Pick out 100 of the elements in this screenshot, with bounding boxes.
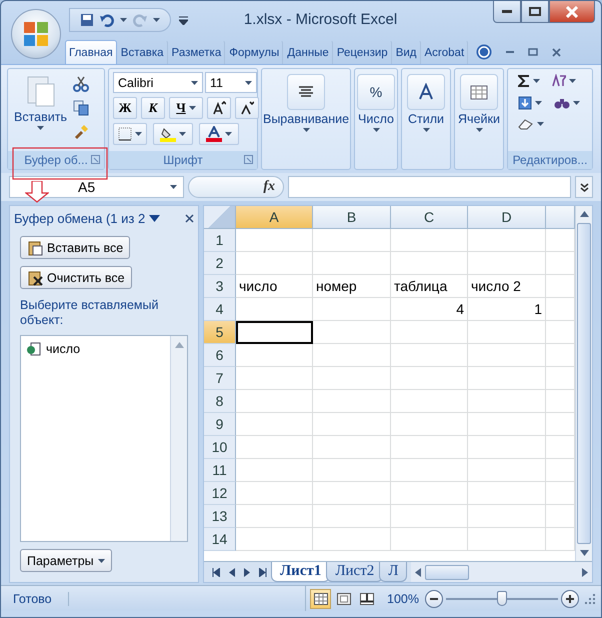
last-sheet-icon[interactable]: [259, 568, 267, 576]
minimize-icon: [502, 10, 512, 13]
italic-button[interactable]: К: [141, 97, 165, 119]
name-box[interactable]: A5: [9, 176, 184, 198]
scrollbar-thumb[interactable]: [577, 223, 591, 544]
row-header[interactable]: 10: [204, 436, 236, 459]
insert-function-button[interactable]: fx: [188, 176, 284, 198]
save-icon[interactable]: [80, 12, 94, 26]
column-header[interactable]: C: [391, 206, 468, 229]
close-button[interactable]: [549, 1, 595, 23]
paste-icon: [26, 74, 56, 108]
percent-sign: %: [370, 84, 382, 100]
row-header[interactable]: 7: [204, 367, 236, 390]
column-header[interactable]: D: [468, 206, 546, 229]
row-header[interactable]: 11: [204, 459, 236, 482]
table-cell: 1: [468, 298, 546, 321]
caret-icon: [372, 128, 380, 132]
styles-icon: [417, 83, 435, 101]
scrollbar-thumb[interactable]: [425, 564, 470, 580]
table-cell: число: [236, 275, 313, 298]
copy-icon[interactable]: [73, 100, 89, 116]
fill-color-button[interactable]: [153, 123, 193, 145]
binoculars-icon[interactable]: [554, 96, 570, 110]
cells-icon: [470, 83, 488, 101]
eraser-icon[interactable]: [518, 118, 534, 130]
slider-thumb[interactable]: [497, 590, 507, 606]
restore-icon[interactable]: [528, 48, 538, 56]
row-header[interactable]: 4: [204, 298, 236, 321]
expand-button[interactable]: [575, 176, 593, 198]
pane-button[interactable]: Очистить все: [20, 266, 132, 289]
cut-icon[interactable]: [73, 76, 89, 92]
minimize-icon[interactable]: [506, 51, 514, 53]
pane-button[interactable]: Вставить все: [20, 236, 130, 259]
dropdown-icon[interactable]: [149, 214, 160, 222]
previous-sheet-icon[interactable]: [229, 568, 235, 576]
column-header[interactable]: A: [236, 206, 313, 229]
fill-down-icon[interactable]: [518, 96, 532, 110]
scroll-left-icon[interactable]: [415, 568, 422, 576]
clear-clipboard-icon: [27, 270, 43, 286]
bold-button[interactable]: Ж: [113, 97, 137, 119]
scroll-right-icon[interactable]: [582, 568, 588, 576]
row-header[interactable]: 6: [204, 344, 236, 367]
normal-view-icon: [314, 592, 328, 604]
sheet-tab[interactable]: Лист1: [271, 562, 330, 582]
clipboard-item[interactable]: число: [27, 342, 80, 356]
underline-button[interactable]: Ч: [169, 97, 203, 119]
row-header[interactable]: 2: [204, 252, 236, 275]
autosum-icon[interactable]: [518, 75, 530, 87]
customize-icon[interactable]: [179, 14, 188, 24]
scroll-down-icon[interactable]: [580, 550, 588, 556]
font-color-button[interactable]: [199, 123, 239, 145]
table-cell: 4: [391, 298, 468, 321]
first-sheet-icon[interactable]: [212, 568, 220, 576]
office-button[interactable]: [11, 9, 61, 59]
row-header[interactable]: 1: [204, 229, 236, 252]
undo-icon[interactable]: [100, 12, 114, 26]
sort-filter-icon[interactable]: [552, 74, 566, 88]
maximize-button[interactable]: [521, 1, 549, 23]
paste-button[interactable]: Вставить: [12, 72, 69, 148]
column-header[interactable]: B: [313, 206, 391, 229]
zoom-out-button[interactable]: [425, 590, 443, 608]
zoom-in-button[interactable]: [561, 590, 579, 608]
row-header[interactable]: 12: [204, 482, 236, 505]
caret-icon: [569, 79, 576, 83]
row-header[interactable]: 8: [204, 390, 236, 413]
row-header[interactable]: 5: [204, 321, 236, 344]
grow-font-button[interactable]: [207, 97, 231, 119]
sheet-tab[interactable]: Л: [379, 562, 408, 582]
format-painter-icon[interactable]: [73, 124, 89, 140]
row-header[interactable]: 9: [204, 413, 236, 436]
clipboard-icon: [27, 240, 43, 256]
annotation-arrow: [25, 181, 49, 203]
scroll-up-icon[interactable]: [580, 211, 588, 217]
help-icon[interactable]: [476, 44, 492, 60]
row-header[interactable]: 13: [204, 505, 236, 528]
font-name-field[interactable]: Calibri: [113, 72, 203, 93]
resize-grip-icon[interactable]: [585, 594, 595, 604]
minimize-button[interactable]: [493, 1, 521, 23]
row-header[interactable]: 14: [204, 528, 236, 551]
caret-icon: [191, 80, 198, 84]
options-button[interactable]: Параметры: [20, 549, 112, 572]
paste-label: Вставить: [14, 110, 67, 124]
plus-icon: [566, 594, 574, 602]
sheet-tab[interactable]: Лист2: [326, 562, 384, 582]
close-icon[interactable]: [552, 48, 562, 56]
row-header[interactable]: 3: [204, 275, 236, 298]
caret-icon: [535, 101, 542, 105]
shrink-font-button[interactable]: [235, 97, 259, 119]
borders-button[interactable]: [113, 123, 147, 145]
group-label: Редактиров...: [508, 151, 592, 169]
close-icon[interactable]: [185, 214, 194, 222]
caret-icon: [98, 558, 105, 562]
font-size-field[interactable]: 11: [205, 72, 257, 93]
font-color-icon: [206, 126, 222, 142]
formula-input[interactable]: [288, 176, 571, 198]
view-button[interactable]: [310, 588, 332, 608]
caret-icon: [476, 128, 482, 132]
next-sheet-icon[interactable]: [244, 568, 250, 576]
caret-icon: [537, 122, 544, 126]
ribbon-tab[interactable]: Главная: [65, 40, 117, 64]
